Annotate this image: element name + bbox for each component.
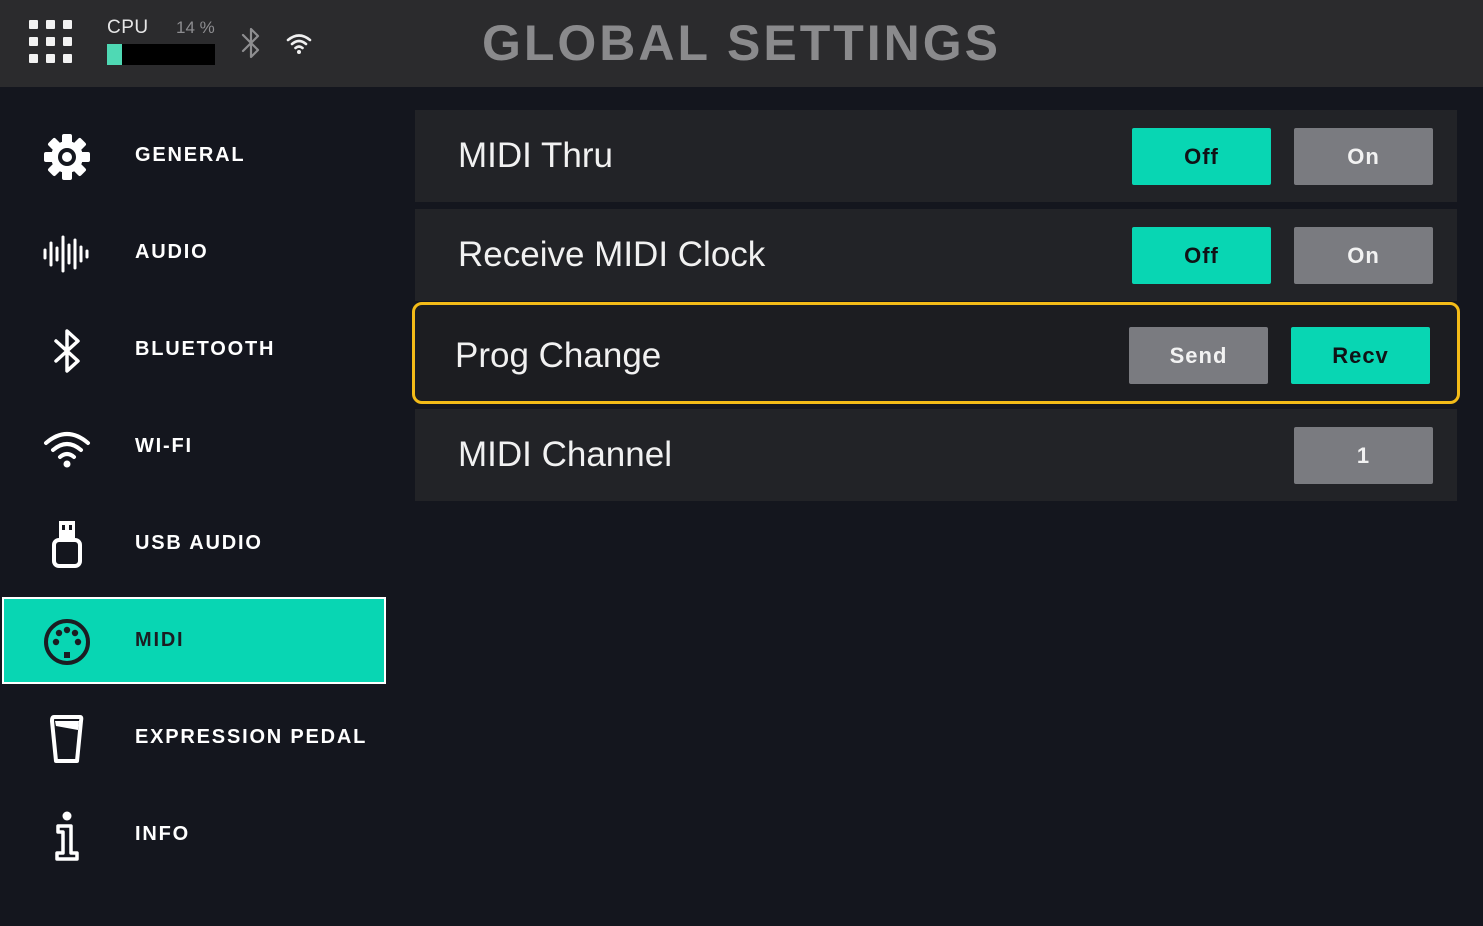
sidebar: GENERAL AUDIO BLUETOOTH WI-FI USB AUDIO … — [0, 106, 390, 906]
sidebar-item-midi[interactable]: MIDI — [2, 597, 386, 684]
expression-pedal-icon — [50, 715, 84, 763]
sidebar-item-info[interactable]: INFO — [2, 791, 386, 878]
wifi-icon — [44, 432, 90, 468]
midi-thru-off-button[interactable]: Off — [1132, 128, 1271, 185]
sidebar-item-label: AUDIO — [135, 241, 209, 263]
prog-change-send-button[interactable]: Send — [1129, 327, 1268, 384]
setting-label: Receive MIDI Clock — [458, 235, 766, 274]
receive-midi-clock-on-button[interactable]: On — [1294, 227, 1433, 284]
midi-connector-icon — [44, 619, 90, 665]
sidebar-item-label: MIDI — [135, 629, 185, 651]
page-title: GLOBAL SETTINGS — [481, 15, 1002, 71]
setting-row-midi-thru: MIDI Thru Off On — [415, 110, 1457, 202]
setting-row-midi-channel: MIDI Channel 1 — [415, 409, 1457, 501]
midi-channel-value-button[interactable]: 1 — [1294, 427, 1433, 484]
prog-change-recv-button[interactable]: Recv — [1291, 327, 1430, 384]
sidebar-item-bluetooth[interactable]: BLUETOOTH — [2, 306, 386, 393]
sidebar-item-usb-audio[interactable]: USB AUDIO — [2, 500, 386, 587]
sidebar-item-label: BLUETOOTH — [135, 338, 276, 360]
gear-icon — [44, 134, 90, 180]
sidebar-item-label: EXPRESSION PEDAL — [135, 726, 368, 748]
sidebar-item-label: USB AUDIO — [135, 532, 263, 554]
setting-row-prog-change: Prog Change Send Recv — [412, 302, 1460, 404]
sidebar-item-label: WI-FI — [135, 435, 193, 457]
sidebar-item-label: GENERAL — [135, 144, 246, 166]
setting-label: Prog Change — [455, 336, 662, 375]
bluetooth-icon — [54, 329, 80, 373]
setting-label: MIDI Channel — [458, 435, 672, 474]
midi-thru-on-button[interactable]: On — [1294, 128, 1433, 185]
sidebar-item-audio[interactable]: AUDIO — [2, 209, 386, 296]
setting-label: MIDI Thru — [458, 136, 613, 175]
sidebar-item-expression-pedal[interactable]: EXPRESSION PEDAL — [2, 694, 386, 781]
waveform-icon — [43, 235, 89, 273]
info-icon — [55, 811, 79, 861]
sidebar-item-wifi[interactable]: WI-FI — [2, 403, 386, 490]
receive-midi-clock-off-button[interactable]: Off — [1132, 227, 1271, 284]
sidebar-item-general[interactable]: GENERAL — [2, 112, 386, 199]
usb-icon — [52, 521, 82, 568]
sidebar-item-label: INFO — [135, 823, 190, 845]
setting-row-receive-midi-clock: Receive MIDI Clock Off On — [415, 209, 1457, 301]
top-bar: CPU 14 % GLOBAL SETTINGS — [0, 0, 1483, 87]
